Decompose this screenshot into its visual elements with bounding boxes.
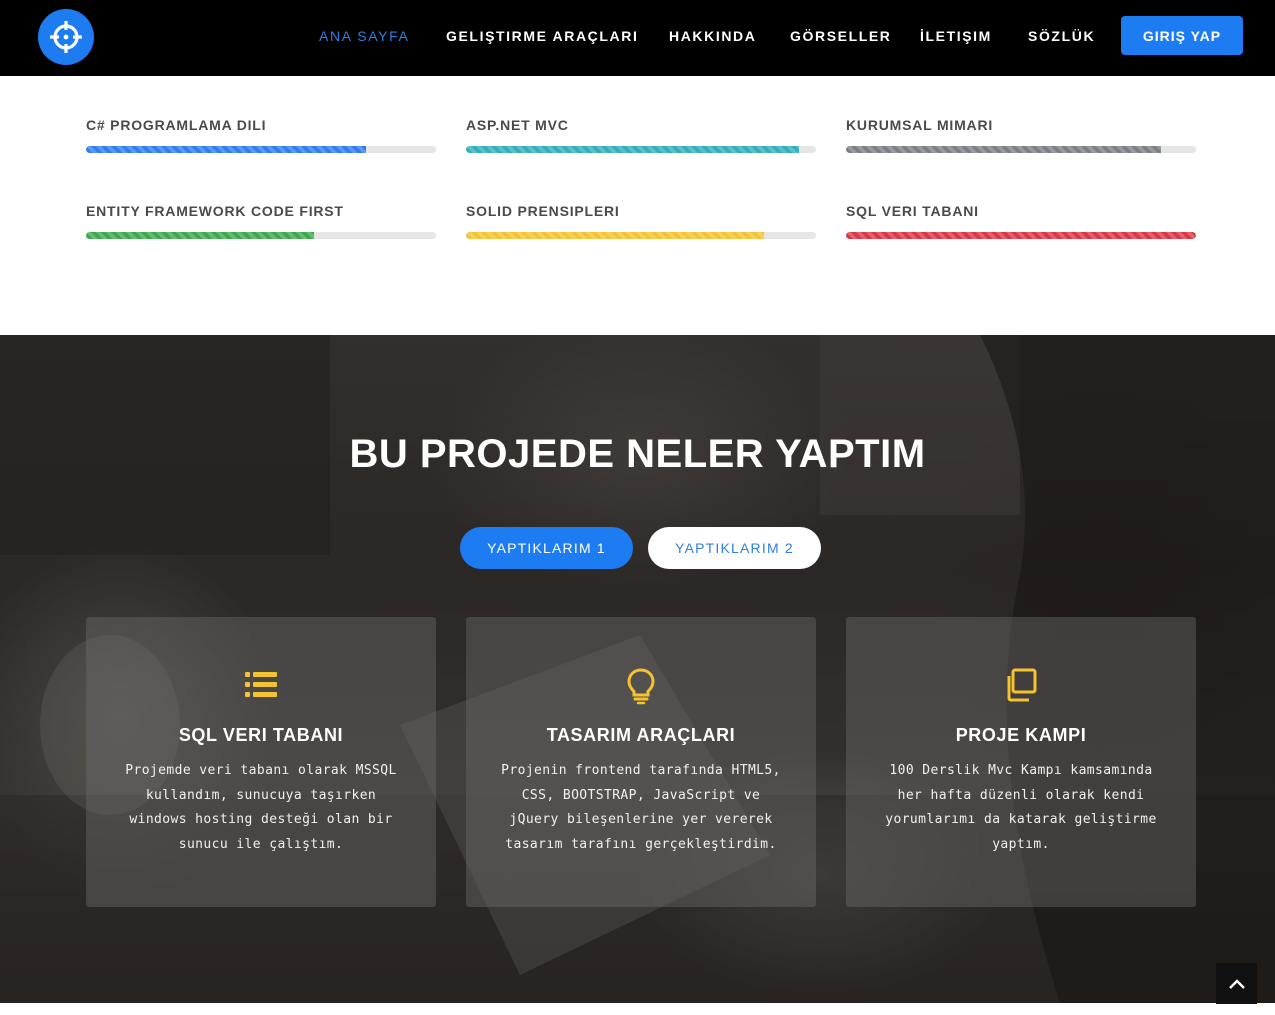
card-title: TASARIM ARAÇLARI: [546, 725, 736, 745]
skill-label: ASP.NET MVC: [466, 117, 569, 133]
skill-progress-track: [846, 146, 1196, 153]
skill-progress-fill: [466, 146, 799, 153]
site-header: ANA SAYFA GELIŞTIRME ARAÇLARI HAKKINDA G…: [0, 0, 1275, 76]
skill-progress-fill: [466, 232, 764, 239]
nav-ana-sayfa[interactable]: ANA SAYFA: [319, 28, 409, 44]
skill-label: SOLID PRENSIPLERI: [466, 203, 620, 219]
skill-progress-fill: [86, 146, 366, 153]
skill-item: C# PROGRAMLAMA DILI: [86, 116, 436, 153]
copy-icon: [1007, 668, 1037, 702]
page-footer-gap: [0, 1003, 1275, 1015]
skill-item: KURUMSAL MIMARI: [846, 116, 1196, 153]
nav-iletisim[interactable]: İLETIŞIM: [920, 28, 992, 44]
project-card: TASARIM ARAÇLARI Projenin frontend taraf…: [466, 617, 816, 907]
skill-item: ENTITY FRAMEWORK CODE FIRST: [86, 202, 436, 239]
project-card: SQL VERI TABANI Projemde veri tabanı ola…: [86, 617, 436, 907]
card-text: Projemde veri tabanı olarak MSSQL kullan…: [125, 763, 397, 852]
skill-label: C# PROGRAMLAMA DILI: [86, 117, 267, 133]
skill-progress-track: [86, 146, 436, 153]
skill-progress-fill: [846, 146, 1161, 153]
list-icon: [245, 672, 277, 697]
login-button[interactable]: GIRIŞ YAP: [1121, 16, 1243, 55]
card-text: Projenin frontend tarafında HTML5, CSS, …: [501, 763, 781, 852]
card-title: PROJE KAMPI: [955, 725, 1087, 745]
skill-progress-track: [846, 232, 1196, 239]
skill-item: SQL VERI TABANI: [846, 202, 1196, 239]
skill-label: SQL VERI TABANI: [846, 203, 979, 219]
projects-section: BU PROJEDE NELER YAPTIM YAPTIKLARIM 1 YA…: [0, 335, 1275, 1003]
skill-item: ASP.NET MVC: [466, 116, 816, 153]
skill-label: KURUMSAL MIMARI: [846, 117, 994, 133]
card-text: 100 Derslik Mvc Kampı kamsamında her haf…: [885, 763, 1157, 852]
tab-yaptiklarim-2[interactable]: YAPTIKLARIM 2: [648, 527, 821, 569]
nav-sozluk[interactable]: SÖZLÜK: [1028, 28, 1095, 44]
nav-gorseller[interactable]: GÖRSELLER: [790, 28, 892, 44]
card-title: SQL VERI TABANI: [178, 725, 344, 745]
nav-hakkinda[interactable]: HAKKINDA: [669, 28, 756, 44]
skill-progress-track: [466, 146, 816, 153]
lightbulb-icon: [627, 668, 655, 705]
skill-item: SOLID PRENSIPLERI: [466, 202, 816, 239]
skill-progress-fill: [86, 232, 314, 239]
back-to-top-button[interactable]: [1216, 963, 1257, 1004]
section-title: BU PROJEDE NELER YAPTIM: [349, 432, 926, 476]
chevron-up-icon: [1228, 978, 1245, 989]
skill-progress-track: [86, 232, 436, 239]
main-nav: ANA SAYFA GELIŞTIRME ARAÇLARI HAKKINDA G…: [0, 0, 1275, 76]
skill-progress-fill: [846, 232, 1196, 239]
skill-label: ENTITY FRAMEWORK CODE FIRST: [86, 203, 344, 219]
skill-progress-track: [466, 232, 816, 239]
nav-gelistirme-araclari[interactable]: GELIŞTIRME ARAÇLARI: [446, 28, 638, 44]
tab-yaptiklarim-1[interactable]: YAPTIKLARIM 1: [460, 527, 633, 569]
skills-section: C# PROGRAMLAMA DILI ASP.NET MVC KURUMSAL…: [0, 76, 1275, 335]
project-card: PROJE KAMPI 100 Derslik Mvc Kampı kamsam…: [846, 617, 1196, 907]
